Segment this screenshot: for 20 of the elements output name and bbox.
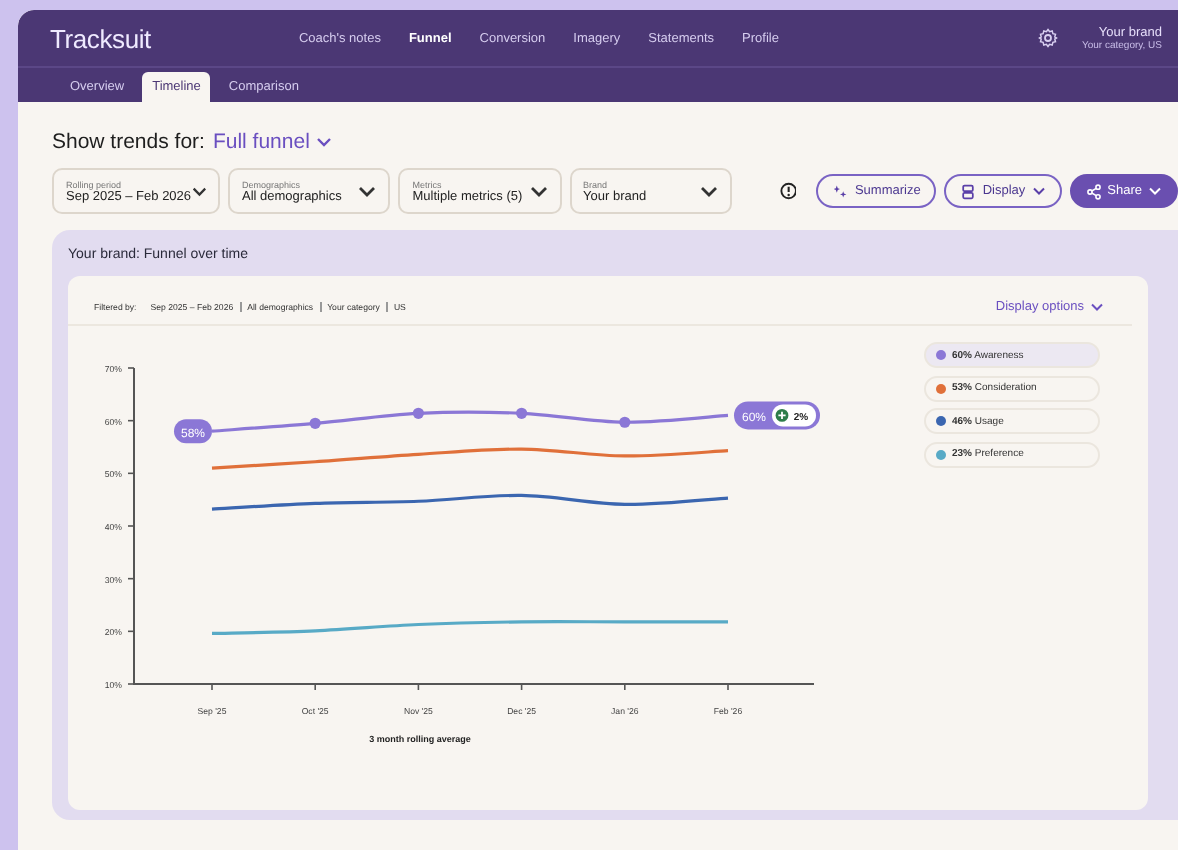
data-point (516, 407, 528, 419)
sparkle-icon (832, 183, 849, 199)
app-logo[interactable]: Tracksuit (50, 23, 151, 53)
caret-icon (315, 136, 332, 148)
data-point (412, 407, 424, 419)
data-point (309, 417, 321, 429)
layout-icon (960, 183, 977, 199)
caret-icon (1148, 186, 1162, 196)
funnel-dropdown[interactable]: Full funnel (212, 130, 332, 154)
caret-icon (1090, 301, 1104, 311)
trend-label: Show trends for: (52, 130, 205, 154)
settings-icon[interactable] (1037, 28, 1058, 48)
share-icon (1085, 183, 1102, 199)
caret-icon (1031, 186, 1046, 196)
help-icon[interactable] (779, 182, 797, 200)
data-point (619, 416, 631, 428)
chevron-icon (358, 185, 377, 197)
chevron-icon (529, 185, 548, 197)
chevron-icon (699, 185, 718, 197)
chevron-icon (191, 185, 206, 197)
